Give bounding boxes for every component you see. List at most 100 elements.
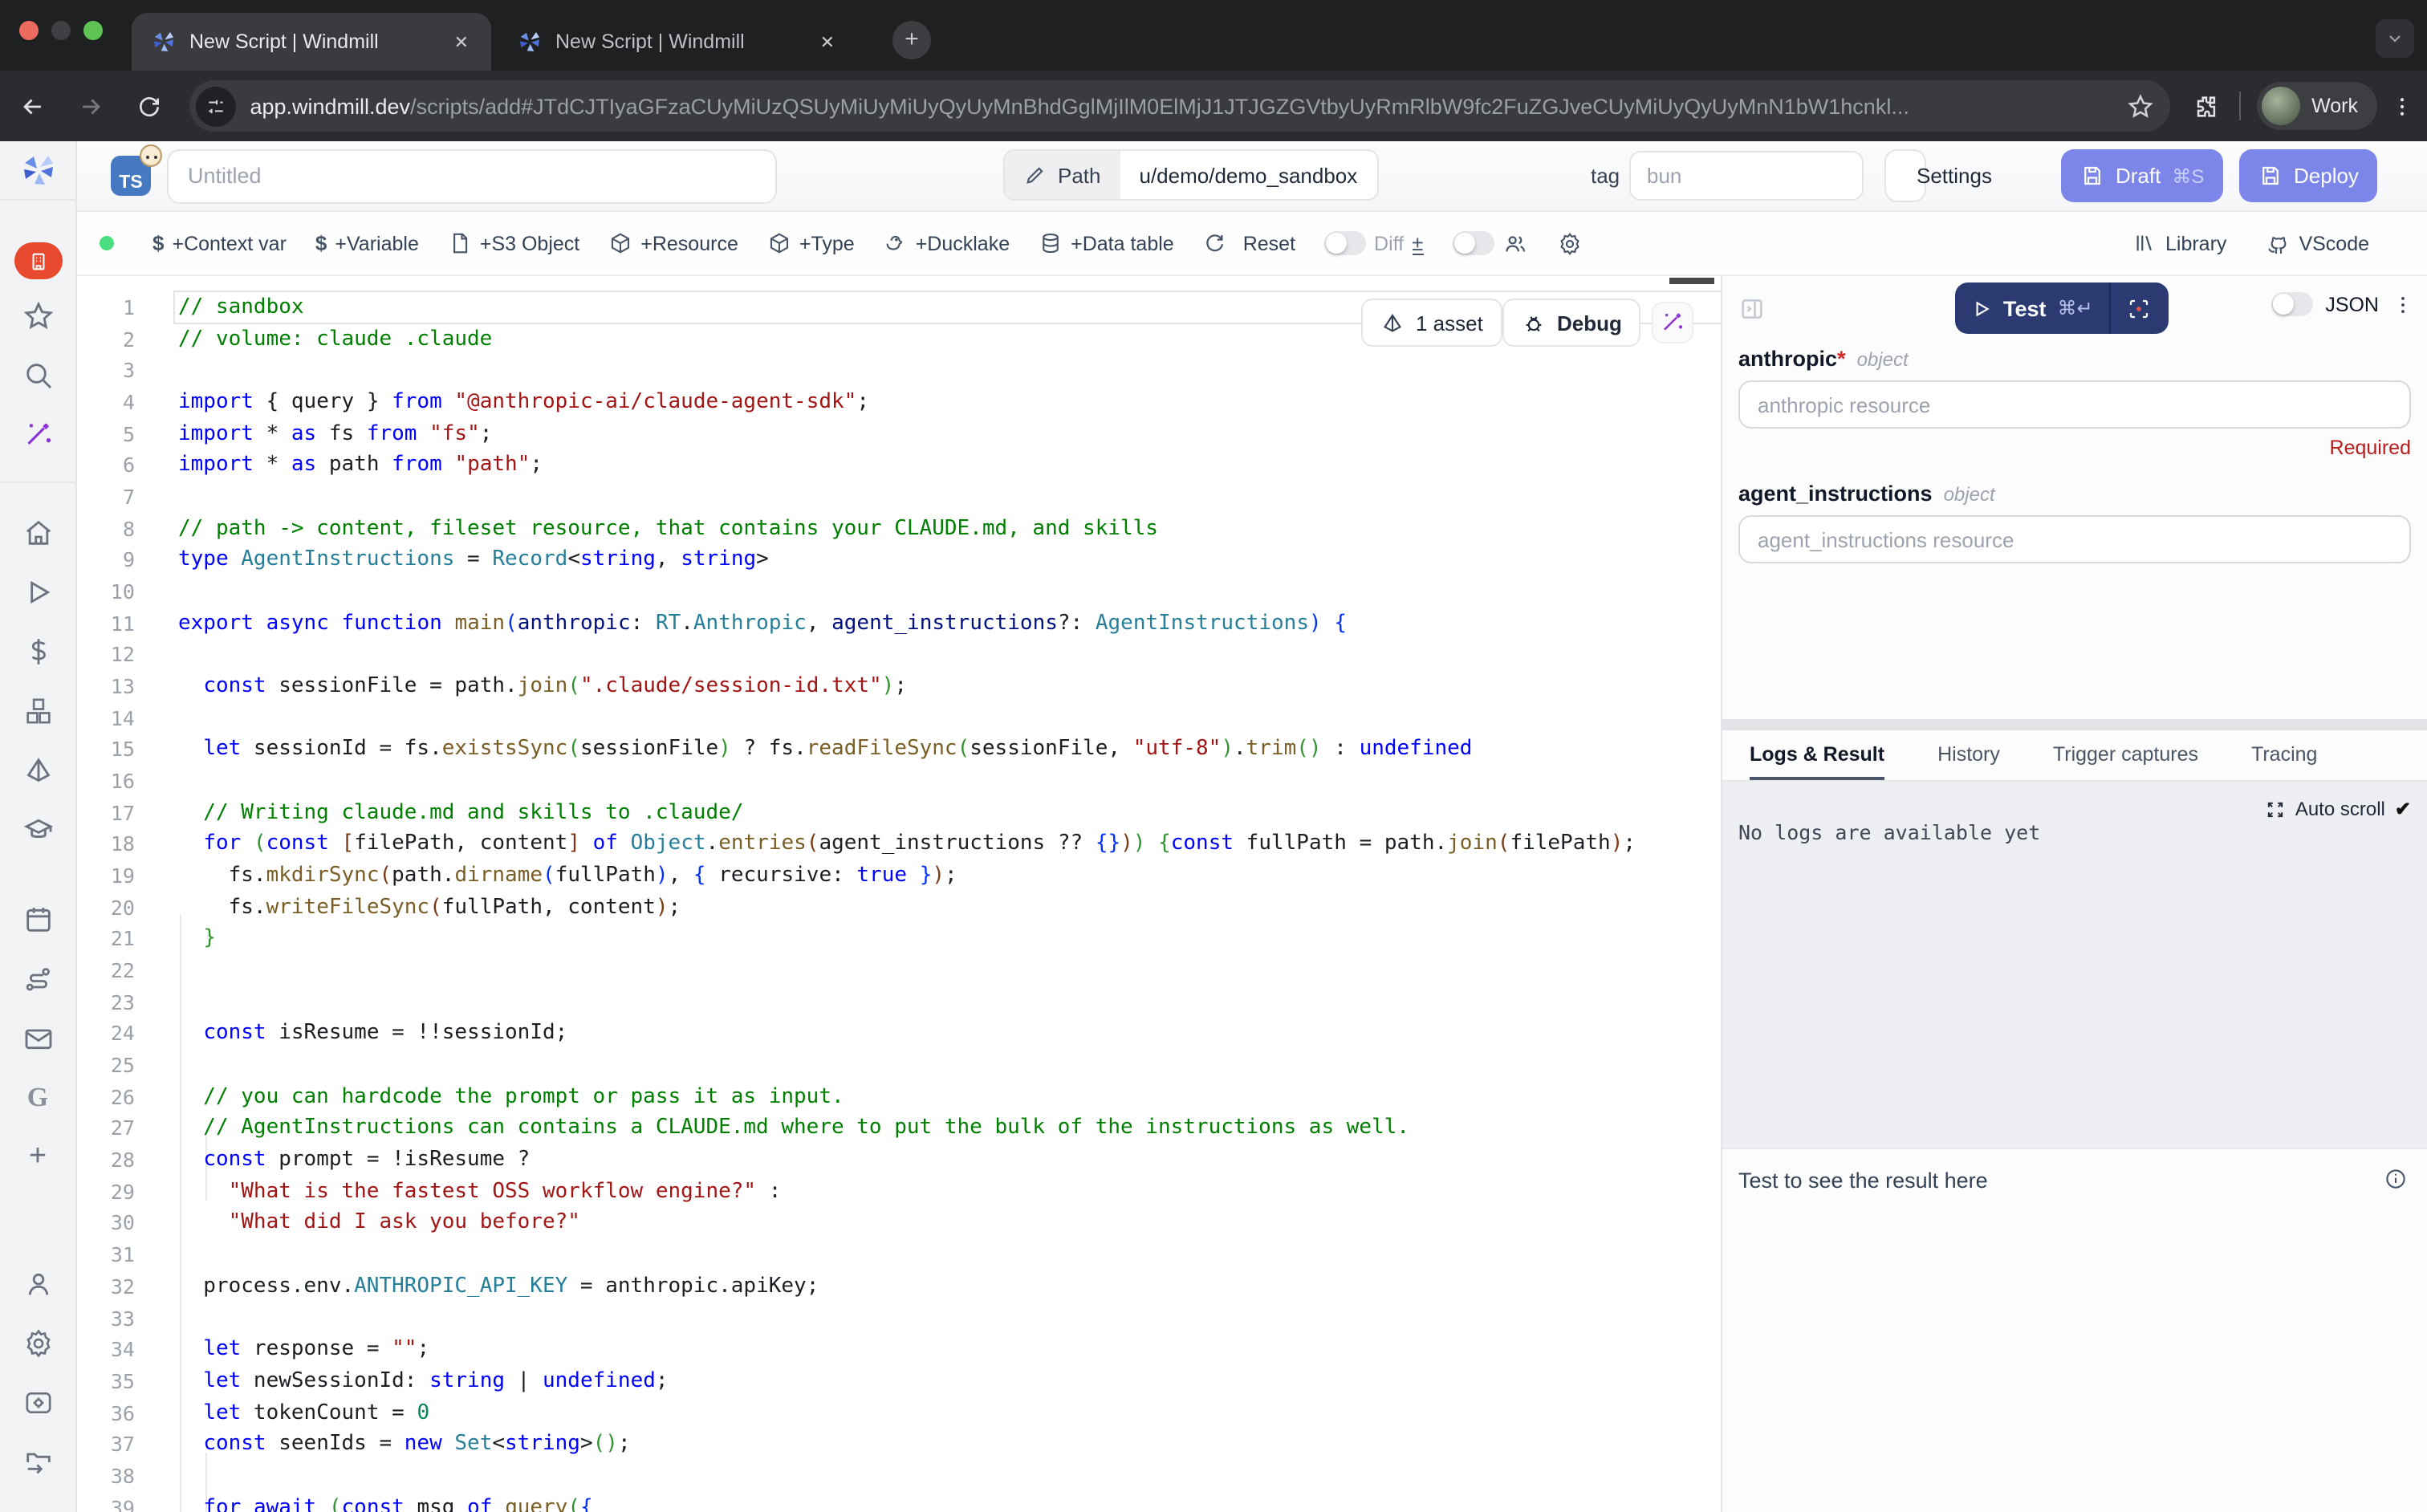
code-line[interactable]: 29 "What is the fastest OSS workflow eng… [77, 1177, 1721, 1208]
code-line[interactable]: 13 const sessionFile = path.join(".claud… [77, 671, 1721, 702]
info-icon[interactable] [2384, 1167, 2408, 1191]
browser-tab-inactive[interactable]: New Script | Windmill ✕ [498, 13, 857, 71]
tab-close-icon[interactable]: ✕ [448, 28, 475, 55]
browser-menu-kebab-icon[interactable] [2390, 94, 2414, 118]
sidebar-item-schedules[interactable] [15, 748, 60, 793]
minimize-window-button[interactable] [51, 21, 71, 40]
code-line[interactable]: 5import * as fs from "fs"; [77, 418, 1721, 449]
url-bar[interactable]: app.windmill.dev/scripts/add#JTdCJTIyaGF… [189, 80, 2170, 132]
code-line[interactable]: 8// path -> content, fileset resource, t… [77, 513, 1721, 544]
multiplayer-toggle-switch[interactable] [1452, 231, 1494, 255]
code-line[interactable]: 17 // Writing claude.md and skills to .c… [77, 798, 1721, 829]
code-line[interactable]: 3 [77, 356, 1721, 387]
add-type-button[interactable]: +Type [767, 231, 855, 255]
reload-icon[interactable] [125, 82, 173, 130]
sidebar-item-variables[interactable] [15, 629, 60, 674]
sidebar-item-workers[interactable] [15, 1380, 60, 1425]
tab-tracing[interactable]: Tracing [2251, 730, 2317, 780]
diff-toggle-switch[interactable] [1324, 231, 1366, 255]
code-line[interactable]: 34 let response = ""; [77, 1334, 1721, 1365]
workspace-badge[interactable] [14, 242, 62, 279]
assets-button[interactable]: 1 asset [1361, 299, 1502, 347]
code-line[interactable]: 11export async function main(anthropic: … [77, 608, 1721, 639]
editor-settings-button[interactable] [1556, 230, 1582, 256]
code-line[interactable]: 15 let sessionId = fs.existsSync(session… [77, 734, 1721, 766]
browser-profile-button[interactable]: Work [2257, 82, 2377, 130]
sidebar-item-home[interactable] [15, 510, 60, 555]
add-resource-button[interactable]: +Resource [608, 231, 738, 255]
code-line[interactable]: 25 [77, 1050, 1721, 1081]
reset-button[interactable]: Reset [1203, 231, 1295, 255]
deploy-button[interactable]: Deploy [2239, 149, 2378, 202]
sidebar-item-ai[interactable] [15, 413, 60, 457]
code-line[interactable]: 22 [77, 955, 1721, 986]
sidebar-item-search[interactable] [15, 353, 60, 398]
code-line[interactable]: 16 [77, 766, 1721, 797]
path-editor[interactable]: Path u/demo/demo_sandbox [1003, 149, 1378, 201]
code-line[interactable]: 32 process.env.ANTHROPIC_API_KEY = anthr… [77, 1271, 1721, 1303]
back-icon[interactable] [10, 82, 58, 130]
panel-kebab-icon[interactable] [2392, 293, 2414, 315]
code-line[interactable]: 10 [77, 576, 1721, 608]
settings-button[interactable]: Settings [1884, 149, 1926, 202]
tab-trigger-captures[interactable]: Trigger captures [2053, 730, 2198, 780]
code-line[interactable]: 38 [77, 1461, 1721, 1492]
json-toggle-switch[interactable] [2270, 292, 2312, 316]
forward-icon[interactable] [67, 82, 116, 130]
autoscroll-control[interactable]: Auto scroll ✔ [2265, 798, 2411, 820]
new-tab-button[interactable]: + [892, 21, 931, 59]
add-context-var-button[interactable]: $+Context var [152, 231, 287, 255]
code-line[interactable]: 23 [77, 987, 1721, 1018]
multiplayer-toggle[interactable] [1452, 230, 1527, 256]
diff-toggle[interactable]: Diff ± [1324, 231, 1423, 255]
code-line[interactable]: 9type AgentInstructions = Record<string,… [77, 545, 1721, 576]
code-line[interactable]: 28 const prompt = !isResume ? [77, 1144, 1721, 1176]
sidebar-item-learn[interactable] [15, 807, 60, 852]
site-settings-icon[interactable] [195, 86, 235, 126]
add-ducklake-button[interactable]: +Ducklake [884, 231, 1010, 255]
capture-button[interactable] [2111, 282, 2169, 334]
code-line[interactable]: 30 "What did I ask you before?" [77, 1208, 1721, 1239]
sidebar-item-google[interactable]: G [15, 1075, 60, 1120]
anthropic-resource-input[interactable] [1738, 380, 2411, 429]
ai-edit-button[interactable] [1652, 302, 1693, 343]
sidebar-item-account[interactable] [15, 1262, 60, 1307]
test-button[interactable]: Test ⌘↵ [1955, 282, 2109, 334]
code-editor[interactable]: 1// sandbox2// volume: claude .claude34i… [77, 276, 1721, 1512]
script-name-input[interactable] [167, 148, 777, 203]
agent-instructions-resource-input[interactable] [1738, 515, 2411, 563]
code-line[interactable]: 21 } [77, 924, 1721, 955]
code-line[interactable]: 35 let newSessionId: string | undefined; [77, 1366, 1721, 1397]
sidebar-item-workflows[interactable] [15, 957, 60, 1002]
extensions-puzzle-icon[interactable] [2193, 92, 2220, 120]
code-line[interactable]: 12 [77, 640, 1721, 671]
sidebar-item-resources[interactable] [15, 689, 60, 734]
vscode-button[interactable]: VScode [2265, 230, 2369, 256]
tab-search-chevron-icon[interactable] [2376, 19, 2414, 58]
collapse-panel-icon[interactable] [1738, 295, 1766, 323]
code-line[interactable]: 20 fs.writeFileSync(fullPath, content); [77, 892, 1721, 924]
code-line[interactable]: 39 for await (const msg of query({ [77, 1492, 1721, 1512]
tag-input[interactable] [1629, 151, 1864, 201]
sidebar-item-calendar[interactable] [15, 897, 60, 942]
browser-tab-active[interactable]: New Script | Windmill ✕ [132, 13, 491, 71]
code-line[interactable]: 36 let tokenCount = 0 [77, 1397, 1721, 1429]
sidebar-item-favorites[interactable] [15, 294, 60, 339]
add-s3-object-button[interactable]: +S3 Object [448, 231, 579, 255]
code-line[interactable]: 26 // you can hardcode the prompt or pas… [77, 1082, 1721, 1113]
code-line[interactable]: 37 const seenIds = new Set<string>(); [77, 1429, 1721, 1460]
zoom-window-button[interactable] [83, 21, 103, 40]
panel-splitter[interactable] [1722, 719, 2427, 730]
code-line[interactable]: 7 [77, 482, 1721, 513]
windmill-logo[interactable] [18, 151, 57, 189]
sidebar-item-add[interactable]: + [15, 1135, 60, 1180]
draft-button[interactable]: Draft ⌘S [2061, 149, 2223, 202]
code-line[interactable]: 33 [77, 1303, 1721, 1334]
sidebar-item-settings[interactable] [15, 1321, 60, 1366]
code-line[interactable]: 18 for (const [filePath, content] of Obj… [77, 829, 1721, 860]
code-line[interactable]: 14 [77, 702, 1721, 734]
language-badge[interactable]: TS [111, 156, 151, 196]
sidebar-item-mail[interactable] [15, 1016, 60, 1061]
library-button[interactable]: Library [2133, 231, 2226, 255]
editor-scrollbar[interactable] [1669, 278, 1714, 284]
